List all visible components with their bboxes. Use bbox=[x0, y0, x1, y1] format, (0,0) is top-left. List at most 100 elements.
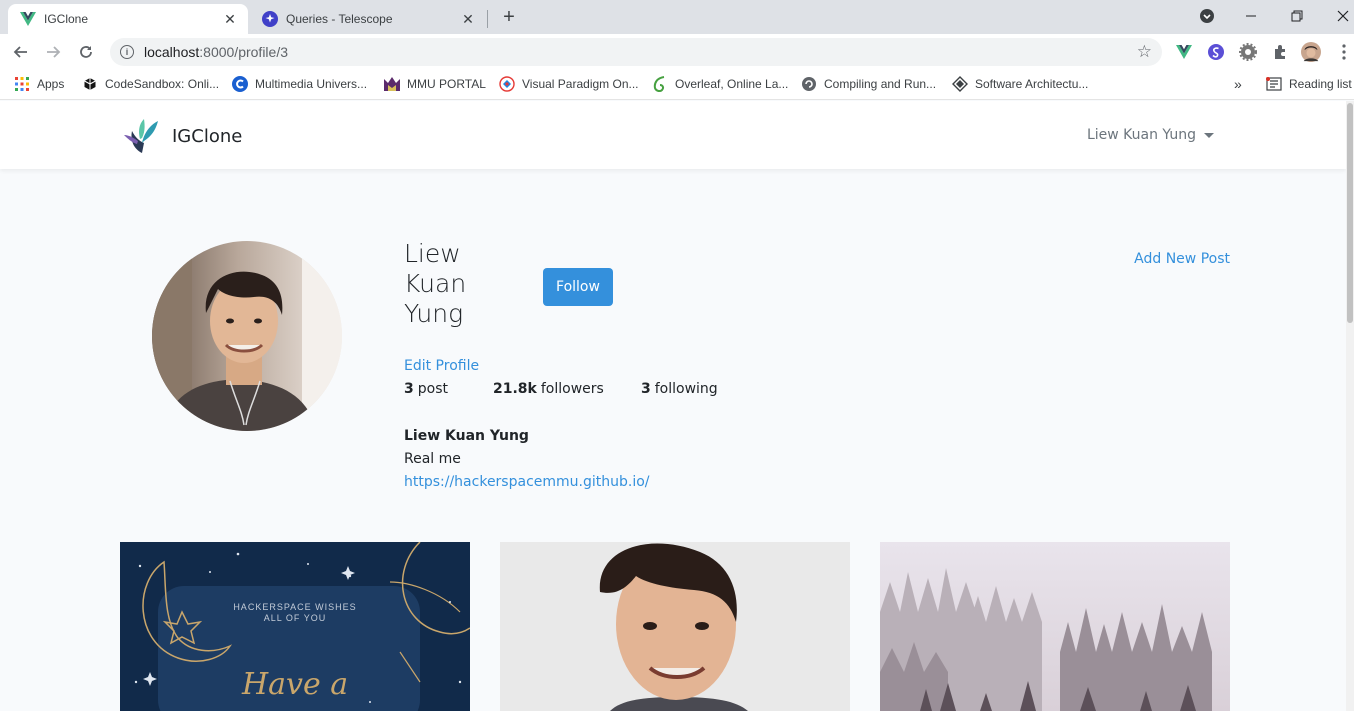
caret-down-icon bbox=[1204, 132, 1214, 138]
bookmark-mmu-portal[interactable]: MMU PORTAL bbox=[384, 76, 486, 92]
profile-stats: 3 post 21.8k followers 3 following bbox=[404, 381, 718, 397]
close-tab-icon[interactable]: ✕ bbox=[220, 9, 240, 29]
tab-title: Queries - Telescope bbox=[286, 12, 393, 26]
forward-button[interactable] bbox=[40, 39, 66, 65]
reading-list-button[interactable]: Reading list bbox=[1266, 76, 1352, 92]
bookmark-compiling-and-running[interactable]: Compiling and Run... bbox=[801, 76, 936, 92]
url-text: localhost:8000/profile/3 bbox=[144, 44, 288, 60]
close-window-button[interactable] bbox=[1332, 2, 1354, 30]
restore-icon bbox=[1291, 10, 1303, 22]
user-menu-label: Liew Kuan Yung bbox=[1086, 127, 1196, 143]
reload-icon bbox=[80, 46, 92, 58]
extension-s-icon[interactable] bbox=[1206, 42, 1226, 62]
extensions-puzzle-icon[interactable] bbox=[1270, 42, 1290, 62]
bio-description: Real me bbox=[404, 451, 461, 467]
telescope-favicon-icon bbox=[262, 11, 278, 27]
following-label: following bbox=[654, 381, 718, 397]
posts-count: 3 bbox=[404, 381, 414, 397]
scrollbar-thumb[interactable] bbox=[1347, 103, 1353, 323]
bookmark-star-icon[interactable]: ☆ bbox=[1137, 42, 1152, 62]
minimize-button[interactable] bbox=[1240, 2, 1262, 30]
extension-gear-icon[interactable] bbox=[1238, 42, 1258, 62]
bookmark-label: Multimedia Univers... bbox=[255, 77, 368, 91]
mmu-c-icon bbox=[232, 76, 248, 92]
page-viewport: IGClone Liew Kuan Yung Liew Kuan Yung Fo… bbox=[0, 101, 1354, 711]
bookmark-label: Compiling and Run... bbox=[824, 77, 937, 91]
user-menu-dropdown[interactable]: Liew Kuan Yung bbox=[1087, 127, 1214, 143]
post-thumbnail[interactable] bbox=[500, 542, 850, 711]
arrow-right-icon bbox=[47, 46, 61, 58]
back-button[interactable] bbox=[8, 39, 34, 65]
post-caption-line: ALL OF YOU bbox=[264, 613, 327, 623]
bird-logo-icon bbox=[124, 119, 158, 153]
post-thumbnail[interactable] bbox=[880, 542, 1230, 711]
tab-igclone[interactable]: IGClone ✕ bbox=[8, 4, 248, 34]
more-bookmarks-chevron-icon[interactable]: » bbox=[1234, 76, 1242, 92]
tab-title: IGClone bbox=[44, 12, 89, 26]
url-host: localhost bbox=[144, 44, 200, 60]
bookmark-label: MMU PORTAL bbox=[407, 77, 486, 91]
follow-button[interactable]: Follow bbox=[543, 268, 613, 306]
minimize-icon bbox=[1246, 15, 1256, 17]
close-tab-icon[interactable]: ✕ bbox=[458, 9, 478, 29]
reload-button[interactable] bbox=[73, 39, 99, 65]
browser-menu-icon[interactable] bbox=[1334, 42, 1354, 62]
codesandbox-icon bbox=[82, 76, 98, 92]
visual-paradigm-icon bbox=[499, 76, 515, 92]
post-thumbnail[interactable]: HACKERSPACE WISHES ALL OF YOU Have a bbox=[120, 542, 470, 711]
compiler-icon bbox=[801, 76, 817, 92]
browser-toolbar: i localhost:8000/profile/3 ☆ bbox=[0, 34, 1354, 70]
bookmark-label: Visual Paradigm On... bbox=[522, 77, 639, 91]
post-caption-line: HACKERSPACE WISHES bbox=[233, 602, 356, 612]
url-path: :8000/profile/3 bbox=[199, 44, 288, 60]
profile-name: Liew Kuan Yung bbox=[404, 239, 504, 329]
browser-tab-strip: IGClone ✕ Queries - Telescope ✕ + bbox=[0, 0, 1354, 34]
restore-button[interactable] bbox=[1286, 2, 1308, 30]
chevron-down-icon bbox=[1200, 9, 1214, 23]
bookmark-overleaf[interactable]: Overleaf, Online La... bbox=[652, 76, 788, 92]
apps-grid-icon bbox=[14, 76, 30, 92]
bookmark-multimedia-university[interactable]: Multimedia Univers... bbox=[232, 76, 367, 92]
reading-list-label: Reading list bbox=[1289, 77, 1352, 91]
add-new-post-link[interactable]: Add New Post bbox=[1134, 251, 1230, 267]
software-architecture-icon bbox=[952, 76, 968, 92]
followers-label: followers bbox=[540, 381, 604, 397]
app-navbar: IGClone Liew Kuan Yung bbox=[0, 101, 1346, 169]
reading-list-icon bbox=[1266, 76, 1282, 92]
bookmarks-bar: Apps CodeSandbox: Onli... Multimedia Uni… bbox=[0, 70, 1354, 100]
edit-profile-link[interactable]: Edit Profile bbox=[404, 358, 479, 374]
followers-count: 21.8k bbox=[493, 381, 537, 397]
page-scrollbar[interactable] bbox=[1346, 101, 1354, 711]
bookmark-label: Overleaf, Online La... bbox=[675, 77, 789, 91]
vue-favicon-icon bbox=[20, 11, 36, 27]
following-count: 3 bbox=[641, 381, 651, 397]
post-script-text: Have a bbox=[241, 667, 348, 702]
bio-url-link[interactable]: https://hackerspacemmu.github.io/ bbox=[404, 474, 650, 490]
bookmark-apps[interactable]: Apps bbox=[14, 76, 64, 92]
vue-devtools-icon[interactable] bbox=[1174, 42, 1194, 62]
tab-search-button[interactable] bbox=[1196, 2, 1218, 30]
new-tab-button[interactable]: + bbox=[498, 6, 520, 28]
bookmark-codesandbox[interactable]: CodeSandbox: Onli... bbox=[82, 76, 219, 92]
address-bar[interactable]: i localhost:8000/profile/3 ☆ bbox=[110, 38, 1162, 66]
profile-name-line: Yung bbox=[404, 299, 464, 328]
bookmark-visual-paradigm[interactable]: Visual Paradigm On... bbox=[499, 76, 639, 92]
bookmark-label: Apps bbox=[37, 77, 65, 91]
posts-stat: 3 post bbox=[404, 381, 493, 397]
brand-link[interactable]: IGClone bbox=[124, 117, 242, 155]
tab-telescope[interactable]: Queries - Telescope ✕ bbox=[250, 4, 486, 34]
bio-title: Liew Kuan Yung bbox=[404, 428, 529, 444]
bookmark-software-architecture[interactable]: Software Architectu... bbox=[952, 76, 1088, 92]
overleaf-icon bbox=[652, 76, 668, 92]
posts-label: post bbox=[417, 381, 448, 397]
bookmark-label: Software Architectu... bbox=[975, 77, 1089, 91]
tab-divider bbox=[487, 10, 488, 28]
bookmark-label: CodeSandbox: Onli... bbox=[105, 77, 220, 91]
profile-avatar-icon[interactable] bbox=[1301, 42, 1321, 62]
mmu-portal-icon bbox=[384, 76, 400, 92]
following-stat: 3 following bbox=[641, 381, 718, 397]
close-icon bbox=[1337, 10, 1349, 22]
arrow-left-icon bbox=[13, 46, 27, 58]
profile-avatar bbox=[152, 241, 342, 431]
site-info-icon[interactable]: i bbox=[120, 45, 134, 59]
